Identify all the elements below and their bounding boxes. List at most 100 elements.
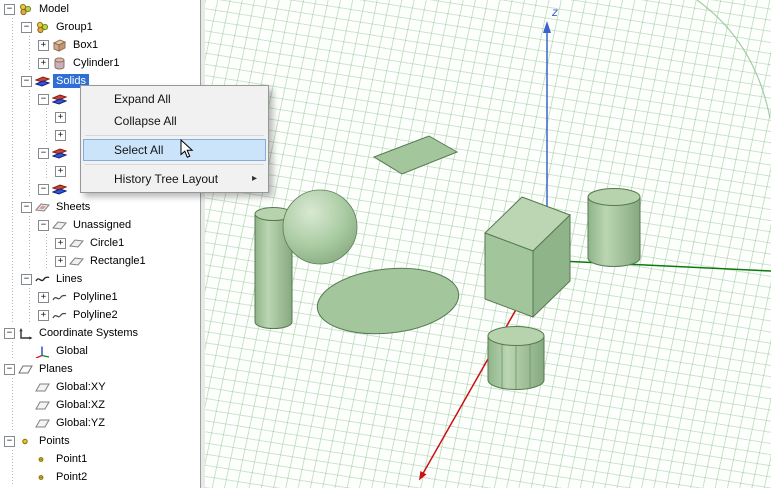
tree-item-cylinder1[interactable]: + Cylinder1 — [0, 54, 200, 72]
tree-item-points[interactable]: − Points — [0, 432, 200, 450]
expand-expander-icon[interactable]: + — [38, 40, 49, 51]
tree-indent-guide — [4, 54, 21, 72]
menu-item-select-all[interactable]: Select All — [83, 139, 266, 161]
box-shape[interactable] — [485, 197, 570, 317]
tree-item-label[interactable]: Box1 — [70, 38, 101, 52]
tree-indent-guide — [21, 36, 38, 54]
tree-item-label[interactable]: Cylinder1 — [70, 56, 122, 70]
collapse-expander-icon[interactable]: − — [4, 328, 15, 339]
tree-item-label[interactable]: Global:XZ — [53, 398, 108, 412]
tree-item-unassigned[interactable]: − Unassigned — [0, 216, 200, 234]
tree-indent-guide — [21, 288, 38, 306]
background-arc — [697, 0, 770, 118]
expand-expander-icon[interactable]: + — [38, 292, 49, 303]
tree-item-global-xz[interactable]: Global:XZ — [0, 396, 200, 414]
tree-item-label[interactable]: Sheets — [53, 200, 93, 214]
tree-item-polyline2[interactable]: + Polyline2 — [0, 306, 200, 324]
tree-item-label[interactable]: Unassigned — [70, 218, 134, 232]
menu-item-history-tree-layout[interactable]: History Tree Layout▸ — [83, 168, 266, 190]
collapse-expander-icon[interactable]: − — [38, 94, 49, 105]
tree-indent-guide — [4, 180, 21, 198]
tree-item-point2[interactable]: Point2 — [0, 468, 200, 486]
collapse-expander-icon[interactable]: − — [38, 220, 49, 231]
tree-item-label[interactable]: Global:XY — [53, 380, 109, 394]
tree-item-circle1[interactable]: + Circle1 — [0, 234, 200, 252]
flat-rectangle-shape[interactable] — [374, 136, 457, 174]
z-axis-label: z — [551, 5, 558, 19]
tree-item-sheets[interactable]: − Sheets — [0, 198, 200, 216]
tree-item-polyline1[interactable]: + Polyline1 — [0, 288, 200, 306]
collapse-expander-icon[interactable]: − — [4, 436, 15, 447]
tree-item-label[interactable]: Point2 — [53, 470, 90, 484]
expand-expander-icon[interactable]: + — [38, 310, 49, 321]
tree-item-label[interactable]: Rectangle1 — [87, 254, 149, 268]
tree-indent-guide — [21, 108, 38, 126]
tree-item-model[interactable]: − Model — [0, 0, 200, 18]
expand-expander-icon[interactable]: + — [55, 256, 66, 267]
collapse-expander-icon[interactable]: − — [21, 76, 32, 87]
mouse-cursor — [180, 139, 195, 159]
tree-item-coordinate-systems[interactable]: − Coordinate Systems — [0, 324, 200, 342]
flat-disc-shape[interactable] — [314, 262, 462, 340]
tree-item-label[interactable]: Lines — [53, 272, 85, 286]
tree-item-point1[interactable]: Point1 — [0, 450, 200, 468]
expand-expander-icon[interactable]: + — [55, 166, 66, 177]
sphere-shape[interactable] — [283, 190, 357, 264]
tree-indent-guide — [4, 36, 21, 54]
tree-item-label[interactable]: Circle1 — [87, 236, 127, 250]
menu-item-expand-all[interactable]: Expand All — [83, 88, 266, 110]
tree-indent-guide — [21, 162, 38, 180]
tree-indent-guide — [4, 162, 21, 180]
tree-indent-guide — [4, 306, 21, 324]
tree-item-global-xy[interactable]: Global:XY — [0, 378, 200, 396]
right-cylinder-shape[interactable] — [588, 189, 640, 267]
tree-item-label[interactable]: Points — [36, 434, 73, 448]
tree-indent-guide — [4, 198, 21, 216]
tree-item-rectangle1[interactable]: + Rectangle1 — [0, 252, 200, 270]
tree-item-label[interactable]: Global:YZ — [53, 416, 108, 430]
tree-item-box1[interactable]: + Box1 — [0, 36, 200, 54]
tree-item-label[interactable]: Group1 — [53, 20, 96, 34]
tree-indent-guide — [38, 234, 55, 252]
plane-icon — [35, 417, 50, 430]
points-icon — [18, 435, 33, 448]
tree-item-label[interactable]: Polyline2 — [70, 308, 121, 322]
collapse-expander-icon[interactable]: − — [21, 202, 32, 213]
collapse-expander-icon[interactable]: − — [38, 184, 49, 195]
collapse-expander-icon[interactable]: − — [38, 148, 49, 159]
expand-expander-icon[interactable]: + — [38, 58, 49, 69]
collapse-expander-icon[interactable]: − — [4, 364, 15, 375]
tree-indent-guide — [4, 144, 21, 162]
tree-item-label[interactable]: Global — [53, 344, 91, 358]
tree-indent-guide — [4, 342, 21, 360]
tree-item-label[interactable]: Point1 — [53, 452, 90, 466]
3d-viewport[interactable]: z — [205, 0, 771, 488]
tree-item-label[interactable]: Model — [36, 2, 72, 16]
tree-indent-guide — [38, 108, 55, 126]
small-cylinder-shape[interactable] — [488, 327, 544, 390]
plane-icon — [35, 381, 50, 394]
collapse-expander-icon[interactable]: − — [4, 4, 15, 15]
tree-indent-guide — [4, 252, 21, 270]
tree-indent-guide — [4, 90, 21, 108]
tree-item-lines[interactable]: − Lines — [0, 270, 200, 288]
tree-item-planes[interactable]: − Planes — [0, 360, 200, 378]
tree-indent-guide — [21, 90, 38, 108]
y-axis — [539, 260, 771, 271]
tree-item-label[interactable]: Planes — [36, 362, 76, 376]
expand-expander-icon[interactable]: + — [55, 112, 66, 123]
tree-indent-guide — [38, 252, 55, 270]
context-menu: Expand AllCollapse All Select All History … — [80, 85, 269, 193]
expand-expander-icon[interactable]: + — [55, 238, 66, 249]
tree-indent-guide — [21, 234, 38, 252]
tree-item-label[interactable]: Coordinate Systems — [36, 326, 141, 340]
tree-indent-guide — [4, 72, 21, 90]
collapse-expander-icon[interactable]: − — [21, 22, 32, 33]
collapse-expander-icon[interactable]: − — [21, 274, 32, 285]
tree-item-label[interactable]: Polyline1 — [70, 290, 121, 304]
menu-item-collapse-all[interactable]: Collapse All — [83, 110, 266, 132]
tree-item-global[interactable]: Global — [0, 342, 200, 360]
tree-item-global-yz[interactable]: Global:YZ — [0, 414, 200, 432]
tree-item-group1[interactable]: − Group1 — [0, 18, 200, 36]
expand-expander-icon[interactable]: + — [55, 130, 66, 141]
